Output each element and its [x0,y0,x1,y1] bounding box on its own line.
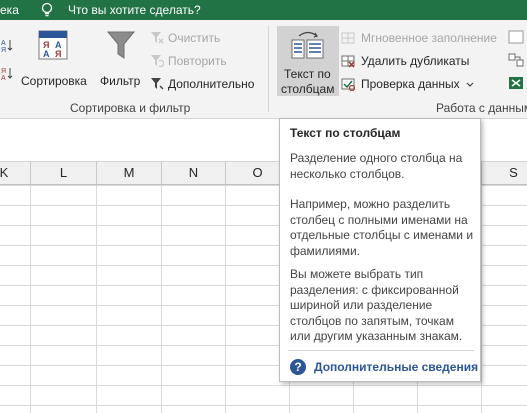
text-to-columns-label-1: Текст по [284,67,331,81]
text-to-columns-label-2: столбцам [281,82,335,96]
reapply-button[interactable]: Повторить [150,53,250,71]
data-validation-icon [341,78,355,91]
grid-line [96,185,97,413]
tooltip-text-to-columns: Текст по столбцам Разделение одного стол… [279,118,481,382]
relationships-icon[interactable] [508,53,524,67]
remove-duplicates-label: Удалить дубликаты [361,54,470,68]
advanced-label: Дополнительно [168,77,255,91]
group-separator [268,26,269,112]
sort-za-icon[interactable]: Я А [0,66,14,80]
flash-fill-label: Мгновенное заполнение [361,31,497,45]
sort-button[interactable]: Я А А Я Сортировка [20,28,88,90]
help-icon: ? [290,359,306,375]
svg-text:Я: Я [55,49,61,59]
grid-line [225,185,226,413]
ribbon: А Я Я А Я А А Я Сортировка Фильтр Очисти… [0,20,527,119]
filter-label: Фильтр [100,74,141,88]
grid-line [30,185,31,413]
help-link-label: Дополнительные сведения [314,360,479,374]
flash-fill-button[interactable]: Мгновенное заполнение [341,30,501,48]
sort-az-icon[interactable]: А Я [0,38,14,52]
tab-data-partial[interactable]: ека [0,3,19,17]
column-header-k[interactable]: K [0,162,31,184]
clear-label: Очистить [168,31,221,45]
advanced-filter-icon [151,78,164,90]
svg-text:А: А [1,75,6,80]
filter-button[interactable]: Фильтр [98,28,146,90]
reapply-icon [151,55,164,68]
reapply-label: Повторить [168,54,227,68]
ribbon-tab-bar: ека Что вы хотите сделать? [0,0,527,20]
remove-duplicates-icon [341,55,355,68]
clear-filter-icon [151,32,164,44]
flash-fill-icon [341,32,355,44]
grid-line [481,185,482,413]
text-to-columns-icon [291,31,324,59]
column-header-s[interactable]: S [482,162,527,184]
remove-duplicates-button[interactable]: Удалить дубликаты [341,53,481,71]
column-header-l[interactable]: L [31,162,97,184]
clear-button[interactable]: Очистить [150,30,250,48]
consolidate-icon[interactable] [508,30,524,44]
column-header-m[interactable]: M [97,162,162,184]
tooltip-paragraph-2: Например, можно разделить столбец с полн… [290,197,474,258]
data-validation-label: Проверка данных [361,77,460,91]
text-to-columns-button[interactable]: Текст по столбцам [277,26,339,96]
tell-me-search[interactable]: Что вы хотите сделать? [68,3,201,17]
data-model-icon[interactable] [508,76,524,90]
funnel-icon [106,31,136,59]
tooltip-paragraph-3: Вы можете выбрать тип разделения: с фикс… [290,267,463,343]
advanced-filter-button[interactable]: Дополнительно [150,76,260,94]
group-data-tools-label: Работа с данными [436,101,527,115]
sort-label: Сортировка [21,74,87,88]
grid-line [161,185,162,413]
svg-text:Я: Я [1,68,6,75]
lightbulb-icon [41,2,53,17]
chevron-down-icon[interactable] [466,82,474,88]
tooltip-title: Текст по столбцам [290,126,401,140]
data-validation-button[interactable]: Проверка данных [341,76,481,94]
tooltip-paragraph-1: Разделение одного столбца на несколько с… [290,151,463,181]
group-sort-filter-label: Сортировка и фильтр [70,101,191,115]
tooltip-divider [288,350,474,351]
svg-text:Я: Я [1,47,6,52]
sort-dialog-icon: Я А А Я [38,30,68,60]
column-header-n[interactable]: N [162,162,226,184]
svg-text:А: А [43,49,50,59]
svg-text:А: А [1,40,6,47]
